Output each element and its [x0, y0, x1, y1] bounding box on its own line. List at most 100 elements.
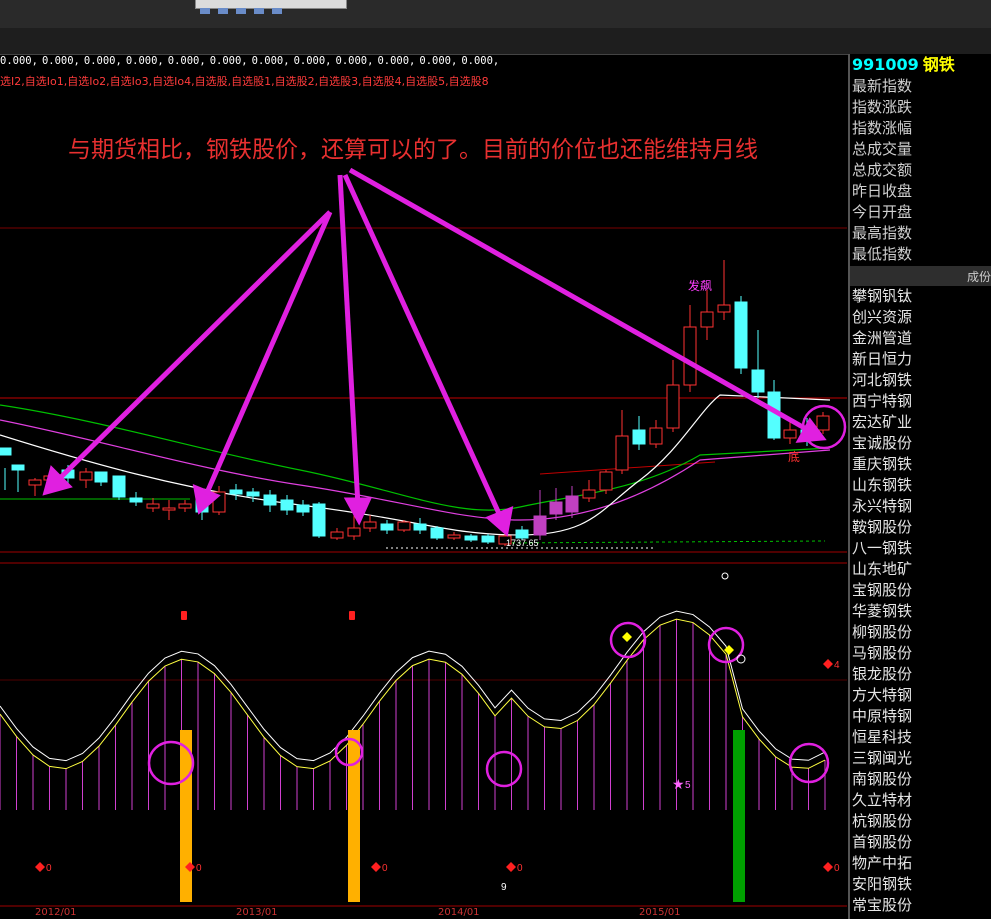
stock-item[interactable]: 马钢股份	[850, 643, 991, 664]
svg-text:0: 0	[382, 863, 388, 874]
stock-item[interactable]: 山东钢铁	[850, 475, 991, 496]
stock-item[interactable]: 杭钢股份	[850, 811, 991, 832]
index-name: 钢铁	[922, 55, 955, 74]
candle-body	[413, 523, 427, 531]
label-price-min: 1737.65	[506, 538, 539, 548]
candle-body	[263, 494, 277, 506]
stock-item[interactable]: 中原特钢	[850, 706, 991, 727]
stock-item[interactable]: 西宁特钢	[850, 391, 991, 412]
candle-body	[565, 495, 579, 513]
candle-body	[430, 527, 444, 539]
stock-item[interactable]: 华菱钢铁	[850, 601, 991, 622]
candle-body	[649, 427, 663, 445]
stock-item[interactable]: 攀钢钒钛	[850, 286, 991, 307]
star-label: 5	[685, 780, 691, 791]
field-label: 今日开盘	[852, 203, 913, 221]
stock-item[interactable]: 柳钢股份	[850, 622, 991, 643]
stock-item[interactable]: 新日恒力	[850, 349, 991, 370]
param-7: 0.000,	[293, 55, 332, 67]
field-label: 最新指数	[852, 77, 913, 95]
stock-item[interactable]: 常宝股份	[850, 895, 991, 916]
candle-body	[816, 415, 830, 431]
stock-item[interactable]: 宏达矿业	[850, 412, 991, 433]
svg-text:4: 4	[834, 660, 840, 671]
candle-body	[549, 501, 563, 515]
candle-body	[312, 503, 326, 537]
candle-body	[94, 471, 108, 483]
param-10: 0.000,	[419, 55, 458, 67]
stock-item[interactable]: 鞍钢股份	[850, 517, 991, 538]
stock-item[interactable]: 创兴资源	[850, 307, 991, 328]
candle-body	[0, 447, 12, 456]
svg-text:★: ★	[672, 777, 685, 793]
stock-item[interactable]: 金洲管道	[850, 328, 991, 349]
svg-text:0: 0	[46, 863, 52, 874]
diamond-markers	[35, 659, 833, 872]
candle-body	[717, 304, 731, 313]
stock-item[interactable]: 山东地矿	[850, 559, 991, 580]
candle-body	[296, 504, 310, 513]
candle-body	[700, 311, 714, 328]
candle-body	[397, 521, 411, 531]
stock-item[interactable]: 河北钢铁	[850, 370, 991, 391]
stock-item[interactable]: 八一钢铁	[850, 538, 991, 559]
candle-body	[683, 326, 697, 386]
stock-item[interactable]: 南钢股份	[850, 769, 991, 790]
stock-item[interactable]: 久立特材	[850, 790, 991, 811]
svg-text:0: 0	[834, 863, 840, 874]
date-label: 2013/01	[236, 907, 278, 918]
field-label: 昨日收盘	[852, 182, 913, 200]
label-di: 底	[788, 449, 800, 464]
svg-text:0: 0	[517, 863, 523, 874]
constituents-label: 成份	[966, 270, 991, 284]
stock-item[interactable]: 重庆钢铁	[850, 454, 991, 475]
indicator-params: 0.000, 0.000, 0.000, 0.000, 0.000, 0.000, 0.00…	[0, 55, 503, 67]
field-label: 最低指数	[852, 245, 913, 263]
stock-item[interactable]: 银龙股份	[850, 664, 991, 685]
candle-body	[447, 534, 461, 539]
signal-bar-orange-1	[180, 730, 192, 902]
info-sidebar: 991009 钢铁 最新指数 指数涨跌 指数涨幅 总成交量 总成交额 昨日收盘 今日开盘 最高指…	[848, 54, 991, 919]
candle-body	[380, 523, 394, 531]
candle-body	[28, 479, 42, 486]
signal-bar-green	[733, 730, 745, 902]
stock-item[interactable]: 首钢股份	[850, 832, 991, 853]
ma-magenta-line	[0, 419, 831, 521]
date-label: 2014/01	[438, 907, 480, 918]
param-0: 0.000,	[0, 55, 38, 67]
candle-body	[515, 529, 529, 539]
annotation-text: 与期货相比，钢铁股价，还算可以的了。目前的价位也还能维持月线	[68, 137, 758, 163]
constituents-header[interactable]: 成份	[850, 266, 991, 286]
label-fa-bao: 发飙	[688, 278, 712, 293]
index-code: 991009	[852, 55, 919, 74]
field-label: 指数涨跌	[852, 98, 913, 116]
date-label: 2015/01	[639, 907, 681, 918]
date-label: 2012/01	[35, 907, 77, 918]
field-label: 指数涨幅	[852, 119, 913, 137]
candle-body	[783, 429, 797, 439]
candle-body	[112, 475, 126, 498]
candle-body	[464, 535, 478, 541]
stock-item[interactable]: 宝钢股份	[850, 580, 991, 601]
svg-text:9: 9	[501, 882, 507, 893]
index-title: 991009 钢铁	[850, 54, 991, 76]
candle-body	[129, 497, 143, 503]
stock-item[interactable]: 三钢闽光	[850, 748, 991, 769]
stock-item[interactable]: 永兴特钢	[850, 496, 991, 517]
annotation-circles	[147, 404, 847, 788]
candle-body	[363, 521, 377, 529]
stock-item[interactable]: 恒星科技	[850, 727, 991, 748]
param-8: 0.000,	[335, 55, 374, 67]
stock-item[interactable]: 方大特钢	[850, 685, 991, 706]
stock-item[interactable]: 安阳钢铁	[850, 874, 991, 895]
constituent-list: 攀钢钒钛 创兴资源 金洲管道 新日恒力 河北钢铁 西宁特钢 宏达矿业 宝诚股份 重庆钢铁 山东钢铁…	[850, 286, 991, 916]
svg-text:0: 0	[196, 863, 202, 874]
stock-item[interactable]: 物产中拓	[850, 853, 991, 874]
formula-list[interactable]: 选I2,自选Io1,自选Io2,自选Io3,自选Io4,自选股,自选股1,自选股…	[0, 73, 489, 89]
candle-body	[79, 471, 93, 481]
candle-body	[734, 301, 748, 369]
kdj-indicator	[0, 610, 826, 810]
stock-item[interactable]: 宝诚股份	[850, 433, 991, 454]
candlesticks	[0, 260, 830, 546]
candle-body	[751, 369, 765, 393]
